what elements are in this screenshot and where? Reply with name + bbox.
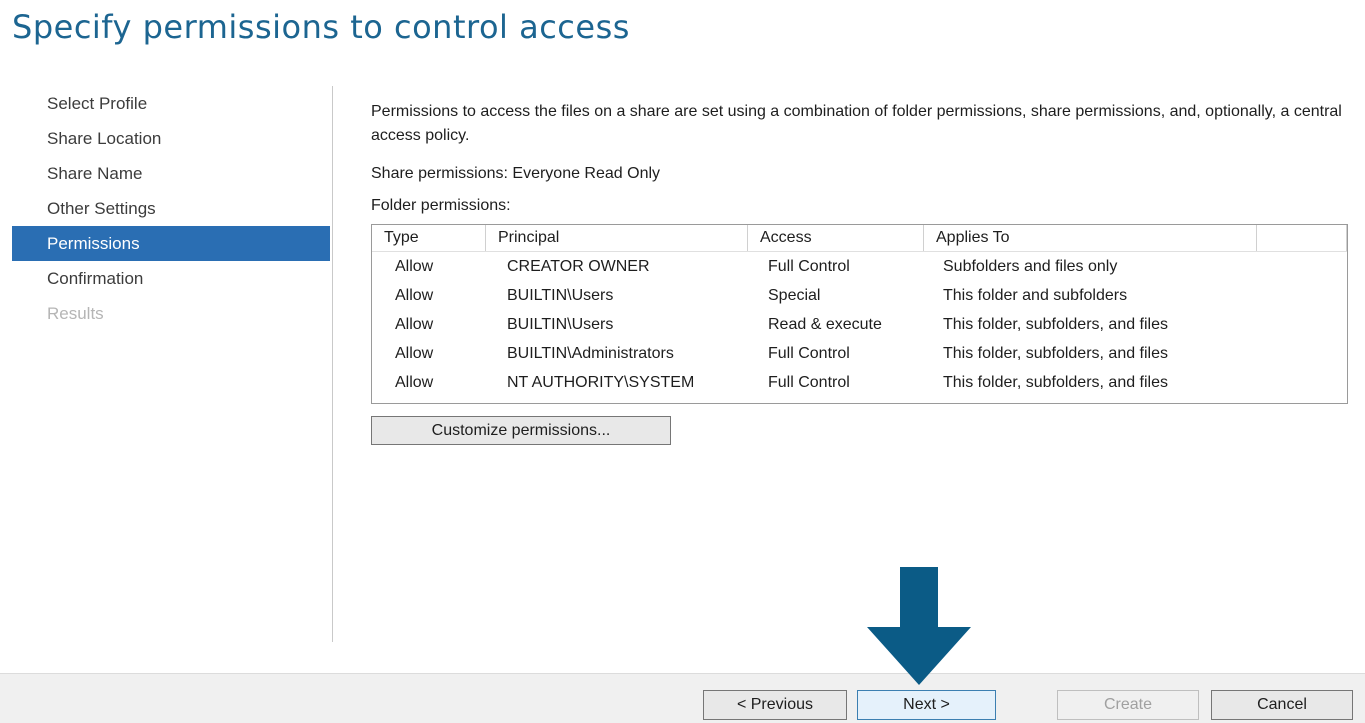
column-header-access[interactable]: Access — [748, 225, 924, 251]
main-content: Permissions to access the files on a sha… — [371, 100, 1348, 445]
sidebar-item-confirmation[interactable]: Confirmation — [12, 261, 330, 296]
cell-applies-to: This folder, subfolders, and files — [943, 374, 1169, 391]
cell-access: Full Control — [768, 345, 850, 362]
sidebar-item-select-profile[interactable]: Select Profile — [12, 86, 330, 121]
cell-principal: BUILTIN\Users — [507, 316, 614, 333]
cell-access: Read & execute — [768, 316, 882, 333]
column-header-principal[interactable]: Principal — [486, 225, 748, 251]
create-button: Create — [1057, 690, 1199, 720]
cell-applies-to: This folder, subfolders, and files — [943, 345, 1169, 362]
table-row[interactable]: Allow NT AUTHORITY\SYSTEM Full Control T… — [372, 368, 1347, 397]
permissions-table[interactable]: Type Principal Access Applies To Allow C… — [371, 224, 1348, 404]
cell-principal: BUILTIN\Users — [507, 287, 614, 304]
customize-permissions-button[interactable]: Customize permissions... — [371, 416, 671, 445]
table-row[interactable]: Allow BUILTIN\Users Special This folder … — [372, 281, 1347, 310]
wizard-steps-nav: Select Profile Share Location Share Name… — [12, 86, 330, 331]
table-row[interactable]: Allow CREATOR OWNER Full Control Subfold… — [372, 252, 1347, 281]
next-button[interactable]: Next > — [857, 690, 996, 720]
intro-text: Permissions to access the files on a sha… — [371, 103, 1342, 144]
cell-applies-to: Subfolders and files only — [943, 258, 1118, 275]
cell-type: Allow — [395, 287, 434, 304]
cell-type: Allow — [395, 345, 434, 362]
down-arrow-shape — [867, 567, 971, 685]
table-header: Type Principal Access Applies To — [372, 225, 1347, 252]
column-header-empty — [1257, 225, 1347, 251]
sidebar-item-other-settings[interactable]: Other Settings — [12, 191, 330, 226]
cell-principal: NT AUTHORITY\SYSTEM — [507, 374, 695, 391]
cell-applies-to: This folder, subfolders, and files — [943, 316, 1169, 333]
share-permissions-text: Share permissions: Everyone Read Only — [371, 165, 661, 182]
cell-access: Full Control — [768, 374, 850, 391]
sidebar-item-share-location[interactable]: Share Location — [12, 121, 330, 156]
cell-type: Allow — [395, 374, 434, 391]
page-title: Specify permissions to control access — [12, 8, 630, 46]
sidebar-item-share-name[interactable]: Share Name — [12, 156, 330, 191]
cancel-button[interactable]: Cancel — [1211, 690, 1353, 720]
cell-type: Allow — [395, 258, 434, 275]
previous-button[interactable]: < Previous — [703, 690, 847, 720]
cell-access: Special — [768, 287, 821, 304]
table-row[interactable]: Allow BUILTIN\Users Read & execute This … — [372, 310, 1347, 339]
cell-principal: BUILTIN\Administrators — [507, 345, 674, 362]
sidebar-item-results: Results — [47, 304, 104, 323]
wizard-footer: < Previous Next > Create Cancel — [0, 673, 1365, 723]
down-arrow-icon — [867, 567, 971, 685]
cell-type: Allow — [395, 316, 434, 333]
cell-access: Full Control — [768, 258, 850, 275]
cell-applies-to: This folder and subfolders — [943, 287, 1128, 304]
column-header-type[interactable]: Type — [372, 225, 486, 251]
cell-principal: CREATOR OWNER — [507, 258, 650, 275]
sidebar-divider — [332, 86, 333, 642]
sidebar-item-permissions[interactable]: Permissions — [12, 226, 330, 261]
table-row[interactable]: Allow BUILTIN\Administrators Full Contro… — [372, 339, 1347, 368]
column-header-applies-to[interactable]: Applies To — [924, 225, 1257, 251]
folder-permissions-label: Folder permissions: — [371, 197, 511, 214]
